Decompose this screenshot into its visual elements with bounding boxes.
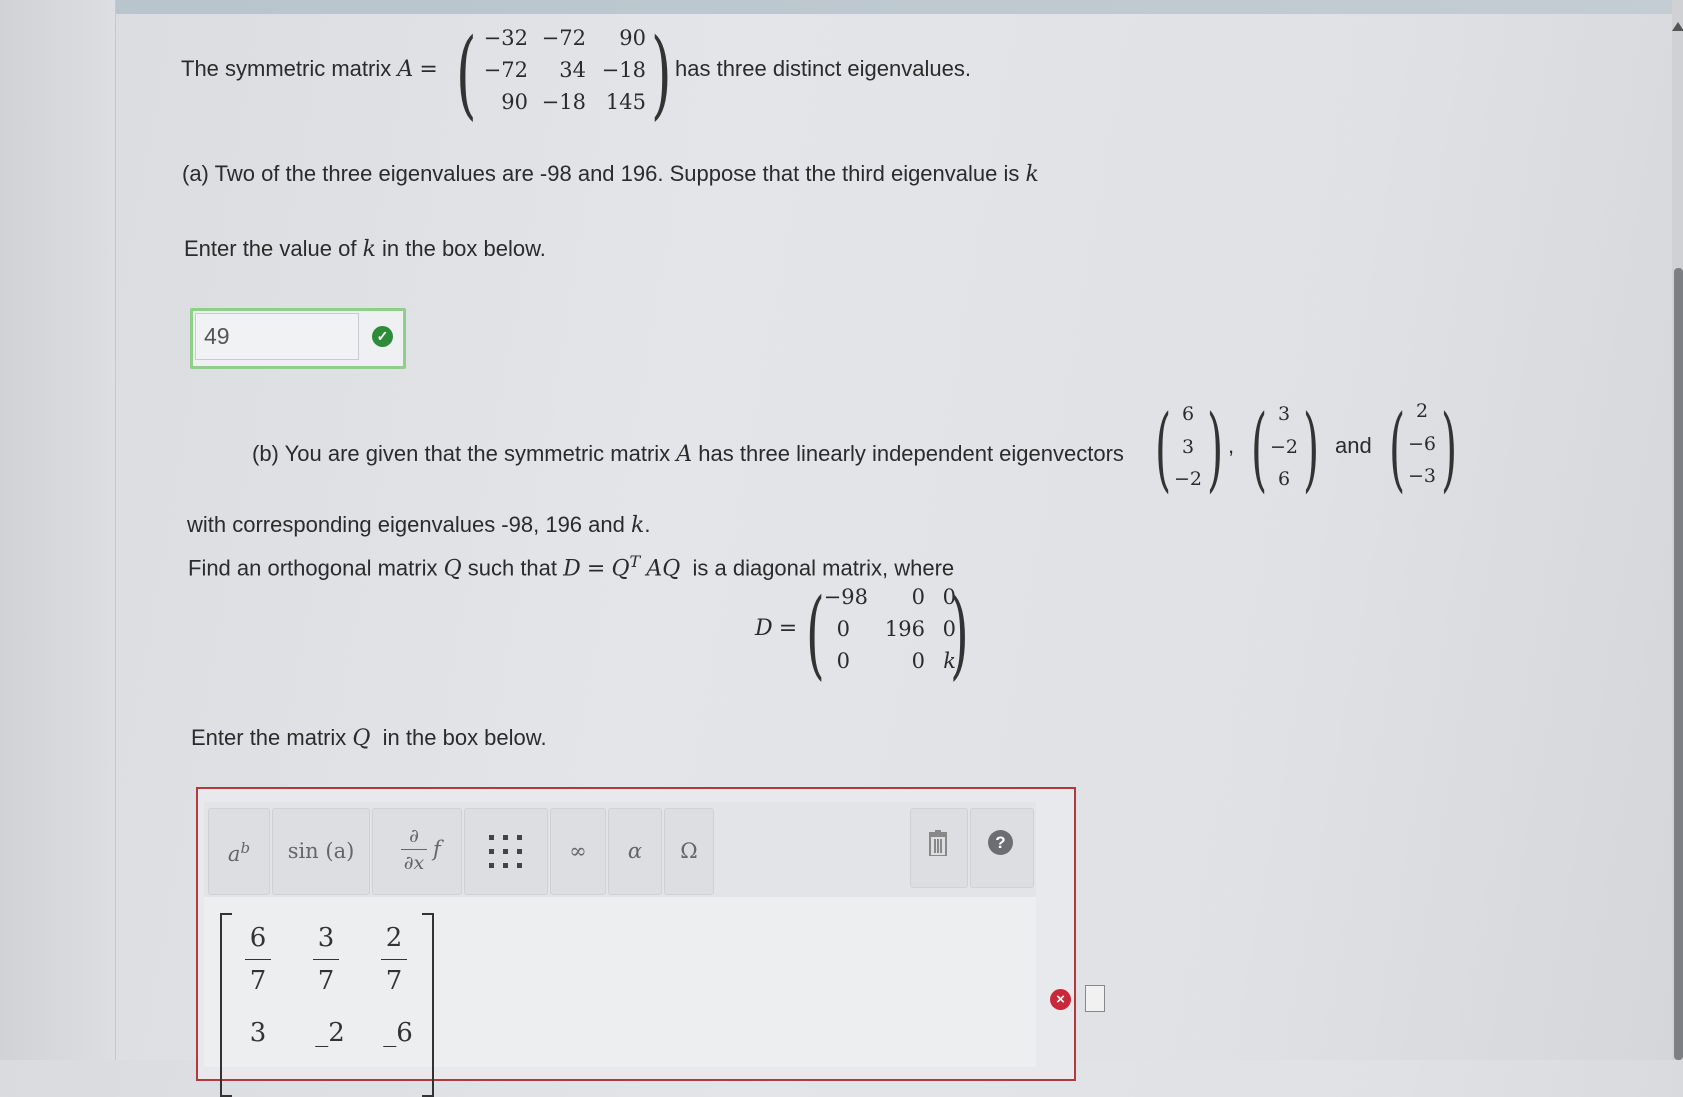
part-a-prompt: Enter the value of k in the box below.	[184, 236, 546, 262]
part-a-answer-value: 49	[204, 323, 230, 349]
intro-text: The symmetric matrix A =	[181, 56, 438, 82]
part-b-enter-prompt: Enter the matrix Q in the box below.	[191, 725, 547, 751]
matrix-A-cell: 145	[605, 90, 646, 114]
part-b-statement: (b) You are given that the symmetric mat…	[252, 441, 1124, 467]
matrix-A-left-paren: (	[456, 18, 477, 130]
correct-check-icon: ✓	[372, 326, 393, 347]
v1-entry: −2	[1173, 468, 1202, 490]
answer-matrix-right-bracket	[422, 913, 434, 1097]
v3-entry: −6	[1407, 433, 1436, 455]
matrix-D-cell: 0	[836, 617, 850, 641]
v2-entry: 6	[1277, 468, 1291, 490]
omega-button[interactable]: Ω	[664, 808, 714, 895]
D-equation-label: D =	[755, 616, 798, 641]
partial-derivative-button[interactable]: ∂ ∂x f	[372, 808, 462, 895]
answer-matrix-left-bracket	[220, 913, 232, 1097]
matrix-A-cell: 90	[501, 90, 528, 114]
trig-button[interactable]: sin (a)	[272, 808, 370, 895]
left-panel	[0, 0, 116, 1060]
v2-entry: −2	[1269, 436, 1298, 458]
vector-comma: ,	[1228, 433, 1235, 458]
matrix-A-cell: 34	[559, 58, 586, 82]
matrix-grid-button[interactable]	[464, 808, 548, 895]
alpha-button[interactable]: α	[608, 808, 662, 895]
incorrect-x-icon: ×	[1050, 989, 1071, 1010]
part-b-line2: with corresponding eigenvalues -98, 196 …	[187, 512, 651, 538]
matrix-A-cell: 90	[619, 26, 646, 50]
v1-right-paren: )	[1207, 395, 1224, 502]
matrix-D-right-paren: )	[950, 578, 969, 690]
matrix-grid-icon	[489, 835, 522, 868]
v2-right-paren: )	[1303, 395, 1320, 502]
matrix-A-cell: −72	[483, 58, 528, 82]
answer-cell[interactable]: 2 7	[376, 923, 412, 996]
matrix-A-cell: −72	[541, 26, 586, 50]
v3-entry: 2	[1415, 400, 1429, 422]
v3-entry: −3	[1407, 465, 1436, 487]
help-icon: ?	[988, 830, 1013, 855]
matrix-A-cell: −18	[601, 58, 646, 82]
power-button[interactable]: ab	[208, 808, 270, 895]
matrix-D-cell: 0	[836, 649, 850, 673]
matrix-A-cell: −32	[483, 26, 528, 50]
matrix-A: −32 −72 90 −72 34 −18 90 −18 145	[478, 26, 658, 121]
infinity-button[interactable]: ∞	[550, 808, 606, 895]
matrix-D-cell: −98	[823, 585, 868, 609]
v1-entry: 6	[1181, 403, 1195, 425]
answer-cell[interactable]: _6	[380, 1018, 416, 1048]
document-icon[interactable]	[1085, 985, 1105, 1012]
answer-cell[interactable]: _2	[312, 1018, 348, 1048]
answer-cell[interactable]: 3 7	[308, 923, 344, 996]
v1-entry: 3	[1181, 436, 1195, 458]
matrix-A-right-paren: )	[651, 18, 672, 130]
v3-right-paren: )	[1441, 395, 1458, 502]
answer-cell[interactable]: 3	[240, 1018, 276, 1048]
intro-suffix: has three distinct eigenvalues.	[675, 56, 971, 81]
matrix-D-left-paren: (	[806, 578, 825, 690]
v2-entry: 3	[1277, 403, 1291, 425]
trash-icon	[929, 830, 947, 856]
answer-cell[interactable]: 6 7	[240, 923, 276, 996]
part-b-line3: Find an orthogonal matrix Q such that D …	[188, 552, 955, 582]
matrix-A-cell: −18	[541, 90, 586, 114]
scroll-up-arrow-icon[interactable]	[1672, 22, 1683, 31]
window-top-strip	[0, 0, 1683, 14]
scrollbar-thumb[interactable]	[1674, 268, 1683, 1060]
and-text: and	[1335, 433, 1372, 458]
part-a-statement: (a) Two of the three eigenvalues are -98…	[182, 161, 1039, 187]
